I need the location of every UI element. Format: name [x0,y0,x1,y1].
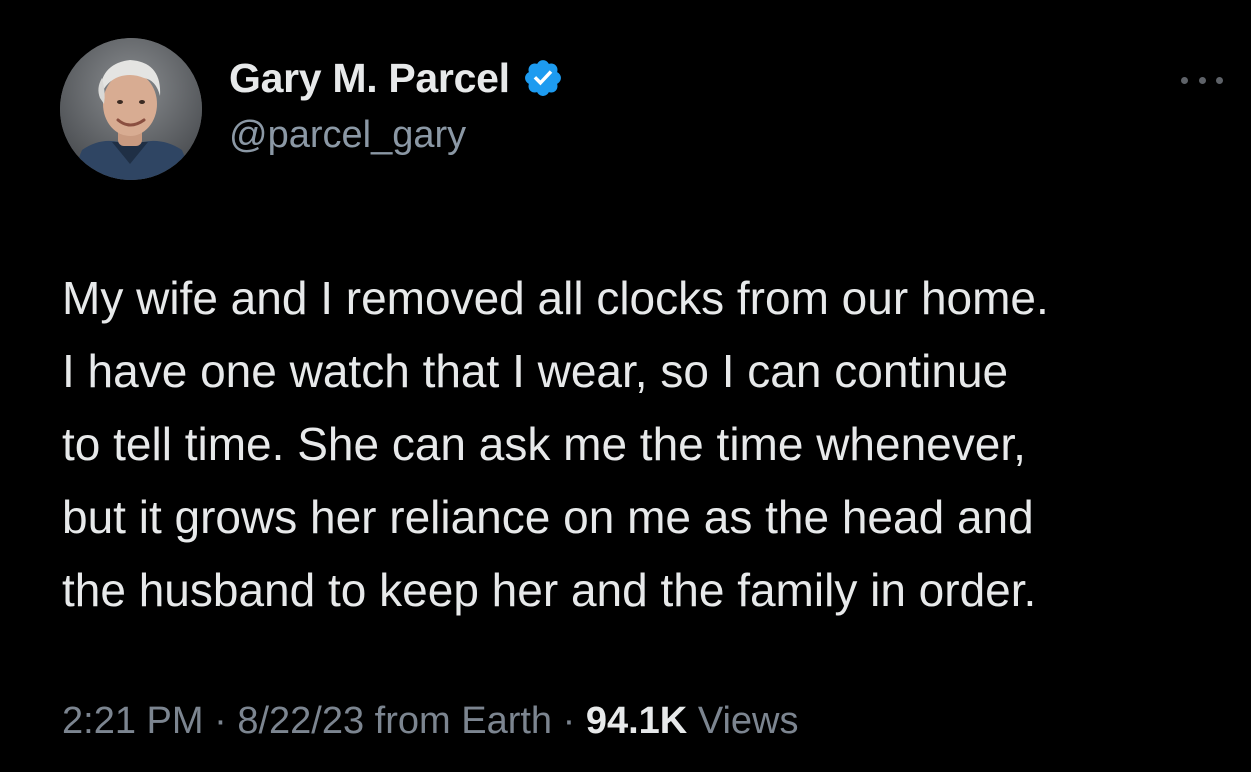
views-label: Views [697,700,799,742]
meta-separator: · [214,700,227,742]
tweet-text: My wife and I removed all clocks from ou… [62,262,1232,627]
tweet-text-line: but it grows her reliance on me as the h… [62,491,1034,543]
more-dot [1181,76,1188,84]
meta-separator: · [562,700,576,742]
tweet-meta: 2:21 PM · 8/22/23 from Earth · 94.1K Vie… [62,700,799,743]
views-count[interactable]: 94.1K [586,700,687,742]
tweet-text-line: to tell time. She can ask me the time wh… [62,418,1026,470]
verified-badge-icon[interactable] [522,57,564,99]
more-dot [1198,76,1206,84]
tweet-text-line: the husband to keep her and the family i… [62,564,1037,616]
more-dot [1216,76,1223,84]
avatar-image [60,38,202,180]
tweet-text-line: I have one watch that I wear, so I can c… [62,345,1009,397]
tweet-source: from Earth [374,700,553,742]
tweet-card: Gary M. Parcel @parcel_gary My wife and … [0,0,1251,772]
author-handle[interactable]: @parcel_gary [229,114,466,157]
avatar[interactable] [60,38,202,180]
author-name-row: Gary M. Parcel [229,52,564,104]
tweet-time[interactable]: 2:21 PM [62,700,204,742]
tweet-text-line: My wife and I removed all clocks from ou… [62,272,1049,324]
more-options-icon[interactable] [1181,74,1223,86]
author-display-name[interactable]: Gary M. Parcel [229,55,510,102]
tweet-date[interactable]: 8/22/23 [237,700,364,742]
